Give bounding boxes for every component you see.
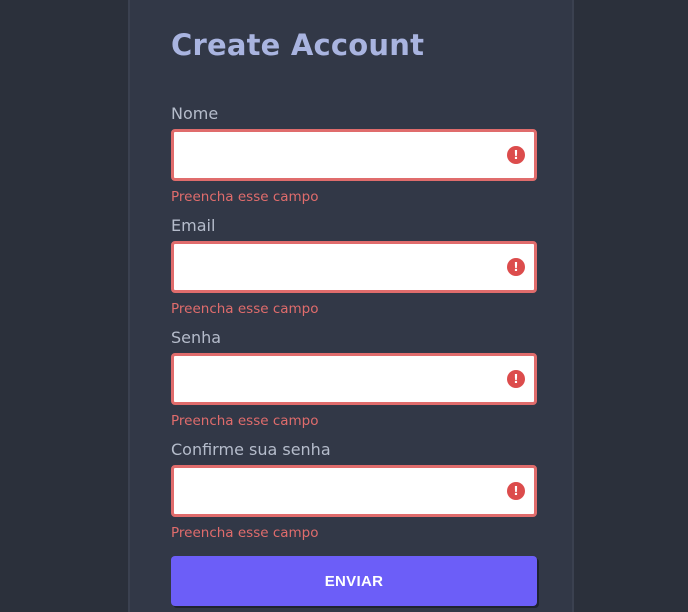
confirm-senha-input-wrapper: ! — [171, 465, 537, 517]
nome-error-message: Preencha esse campo — [171, 189, 319, 205]
email-label: Email — [171, 216, 216, 235]
nome-label: Nome — [171, 104, 219, 123]
submit-button[interactable]: ENVIAR — [171, 556, 537, 606]
senha-error-message: Preencha esse campo — [171, 413, 319, 429]
confirm-senha-input[interactable] — [174, 468, 534, 514]
exclamation-circle-icon: ! — [507, 146, 525, 164]
email-input[interactable] — [174, 244, 534, 290]
confirm-senha-error-message: Preencha esse campo — [171, 525, 319, 541]
confirm-senha-label: Confirme sua senha — [171, 440, 331, 459]
page-title: Create Account — [171, 28, 425, 62]
exclamation-circle-icon: ! — [507, 370, 525, 388]
senha-label: Senha — [171, 328, 222, 347]
senha-input-wrapper: ! — [171, 353, 537, 405]
nome-input[interactable] — [174, 132, 534, 178]
exclamation-circle-icon: ! — [507, 482, 525, 500]
field-email: Email ! Preencha esse campo — [171, 215, 537, 319]
senha-input[interactable] — [174, 356, 534, 402]
field-nome: Nome ! Preencha esse campo — [171, 103, 537, 207]
email-input-wrapper: ! — [171, 241, 537, 293]
field-confirm-senha: Confirme sua senha ! Preencha esse campo — [171, 439, 537, 543]
email-error-message: Preencha esse campo — [171, 301, 319, 317]
exclamation-circle-icon: ! — [507, 258, 525, 276]
field-senha: Senha ! Preencha esse campo — [171, 327, 537, 431]
signup-card: Create Account Nome ! Preencha esse camp… — [128, 0, 574, 612]
nome-input-wrapper: ! — [171, 129, 537, 181]
